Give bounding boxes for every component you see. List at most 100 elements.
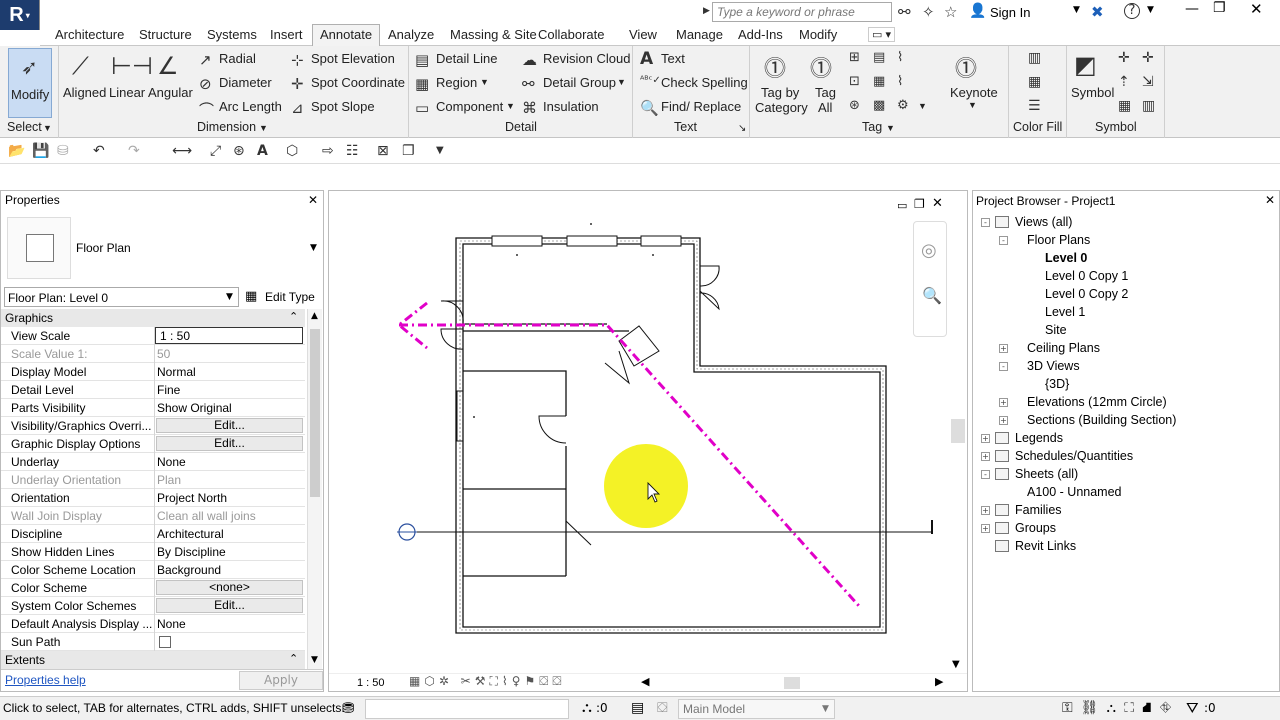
- diameter-button[interactable]: Diameter: [219, 75, 272, 90]
- tread-number-icon[interactable]: ⌇: [897, 50, 903, 65]
- search-collapse-icon[interactable]: ▶: [703, 6, 710, 16]
- aligned-dimension-icon[interactable]: ⤢: [210, 143, 221, 159]
- browser-item[interactable]: 3D Views: [1027, 359, 1080, 373]
- property-row[interactable]: Orientation Project North: [1, 489, 305, 507]
- detail-group-dropdown-icon[interactable]: ▼: [617, 77, 626, 87]
- help-dropdown-icon[interactable]: ▼: [1147, 5, 1154, 15]
- color-fill-legend-icon[interactable]: ▥: [1028, 50, 1041, 66]
- path-reinforcement-icon[interactable]: ▥: [1142, 98, 1155, 114]
- property-value[interactable]: Normal: [157, 365, 196, 379]
- search-input[interactable]: Type a keyword or phrase: [712, 2, 892, 22]
- type-selector-dropdown-icon[interactable]: ▼: [310, 243, 317, 253]
- exclude-options-icon[interactable]: ⛋: [657, 700, 668, 716]
- region-button[interactable]: Region: [436, 75, 477, 90]
- property-row[interactable]: Discipline Architectural: [1, 525, 305, 543]
- sign-in-link[interactable]: Sign In: [990, 5, 1030, 20]
- tab-annotate[interactable]: Annotate: [312, 24, 381, 47]
- property-value[interactable]: Background: [157, 563, 221, 577]
- browser-item[interactable]: Views (all): [1015, 215, 1072, 229]
- expand-toggle-icon[interactable]: +: [999, 416, 1008, 425]
- browser-item[interactable]: Elevations (12mm Circle): [1027, 395, 1167, 409]
- scroll-up-icon[interactable]: ▲: [311, 311, 318, 321]
- browser-item[interactable]: Level 0 Copy 2: [1045, 287, 1128, 301]
- property-row[interactable]: Underlay Orientation Plan: [1, 471, 305, 489]
- collapse-toggle-icon[interactable]: -: [981, 218, 990, 227]
- tab-insert[interactable]: Insert: [270, 27, 303, 42]
- region-dropdown-icon[interactable]: ▼: [480, 77, 489, 87]
- scroll-right-icon[interactable]: ▶: [935, 675, 943, 688]
- fabric-icon[interactable]: ⇲: [1142, 74, 1154, 90]
- browser-item[interactable]: Level 0 Copy 1: [1045, 269, 1128, 283]
- tab-add-ins[interactable]: Add-Ins: [738, 27, 783, 42]
- browser-item[interactable]: Families: [1015, 503, 1062, 517]
- aligned-dimension-button[interactable]: Aligned: [63, 85, 106, 100]
- spot-coordinate-button[interactable]: Spot Coordinate: [311, 75, 405, 90]
- floor-plan-drawing[interactable]: [329, 191, 969, 693]
- area-reinforcement-icon[interactable]: ▦: [1118, 98, 1131, 114]
- undo-icon[interactable]: ↶: [93, 143, 105, 159]
- check-spelling-button[interactable]: Check Spelling: [661, 75, 748, 90]
- scroll-left-icon[interactable]: ◀: [641, 675, 649, 688]
- tag-panel-dropdown-icon[interactable]: ▼: [886, 123, 895, 133]
- property-value[interactable]: Architectural: [157, 527, 224, 541]
- property-value[interactable]: None: [157, 455, 186, 469]
- expand-toggle-icon[interactable]: +: [981, 434, 990, 443]
- property-row[interactable]: Display Model Normal: [1, 363, 305, 381]
- tag-icon[interactable]: ⊛: [233, 143, 245, 159]
- keynote-dropdown-icon[interactable]: ▼: [968, 100, 977, 110]
- browser-item[interactable]: Revit Links: [1015, 539, 1076, 553]
- browser-item[interactable]: Schedules/Quantities: [1015, 449, 1133, 463]
- multi-category-icon[interactable]: ⊛: [849, 98, 860, 113]
- text-icon[interactable]: A: [257, 143, 268, 159]
- tag-panel-label[interactable]: Tag: [862, 120, 882, 134]
- browser-item[interactable]: Sections (Building Section): [1027, 413, 1176, 427]
- property-value[interactable]: Fine: [157, 383, 180, 397]
- user-icon[interactable]: 👤: [969, 3, 986, 19]
- expand-toggle-icon[interactable]: +: [981, 452, 990, 461]
- property-row[interactable]: Underlay None: [1, 453, 305, 471]
- property-edit-button[interactable]: Edit...: [156, 598, 303, 613]
- expand-toggle-icon[interactable]: +: [981, 524, 990, 533]
- spot-slope-button[interactable]: Spot Slope: [311, 99, 375, 114]
- stair-symbol-icon[interactable]: ✛: [1142, 50, 1154, 66]
- editable-only-icon[interactable]: ⛬: [582, 700, 592, 716]
- properties-scrollbar[interactable]: ▲ ▼: [307, 309, 322, 669]
- properties-help-link[interactable]: Properties help: [5, 673, 86, 687]
- arc-length-button[interactable]: Arc Length: [219, 99, 282, 114]
- thin-lines-icon[interactable]: ☷: [346, 143, 359, 159]
- close-hidden-windows-icon[interactable]: ⊠: [377, 143, 389, 159]
- collapse-toggle-icon[interactable]: -: [999, 362, 1008, 371]
- design-option-select[interactable]: Main Model ▼: [678, 699, 835, 719]
- beam-annotation-icon[interactable]: ⊞: [849, 50, 860, 65]
- chevron-down-icon[interactable]: ▼: [1073, 5, 1080, 15]
- tab-systems[interactable]: Systems: [207, 27, 257, 42]
- binoculars-icon[interactable]: ⚯: [898, 3, 911, 21]
- property-row[interactable]: Detail Level Fine: [1, 381, 305, 399]
- tab-modify[interactable]: Modify: [799, 27, 837, 42]
- application-menu-button[interactable]: R ▾: [0, 0, 40, 30]
- property-row[interactable]: Color Scheme Location Background: [1, 561, 305, 579]
- restore-window-icon[interactable]: ❐: [1213, 0, 1226, 16]
- tag-settings-icon[interactable]: ⚙: [897, 98, 909, 113]
- tag-by-category-button[interactable]: Tag by: [761, 85, 799, 100]
- dimension-dropdown-icon[interactable]: ▼: [259, 123, 268, 133]
- tag-all-button[interactable]: Tag: [815, 85, 836, 100]
- text-dialog-launcher-icon[interactable]: ↘: [738, 123, 746, 134]
- collapse-group-icon[interactable]: ⌃: [289, 652, 298, 665]
- component-dropdown-icon[interactable]: ▼: [506, 101, 515, 111]
- collapse-group-icon[interactable]: ⌃: [289, 310, 298, 323]
- help-icon[interactable]: ?: [1124, 3, 1140, 19]
- steering-wheel-icon[interactable]: ◎: [921, 240, 937, 261]
- ribbon-minimize-toggle[interactable]: ▭ ▾: [868, 27, 895, 42]
- component-button[interactable]: Component: [436, 99, 503, 114]
- select-dropdown-icon[interactable]: ▼: [43, 123, 52, 133]
- horizontal-scroll-thumb[interactable]: [784, 677, 800, 689]
- edit-type-button[interactable]: ▦ Edit Type: [243, 286, 319, 308]
- space-tag-icon[interactable]: ▩: [873, 98, 885, 113]
- tab-manage[interactable]: Manage: [676, 27, 723, 42]
- property-value[interactable]: By Discipline: [157, 545, 226, 559]
- browser-item[interactable]: Legends: [1015, 431, 1063, 445]
- keynote-button[interactable]: Keynote: [950, 85, 998, 100]
- property-row[interactable]: Show Hidden Lines By Discipline: [1, 543, 305, 561]
- browser-item[interactable]: Sheets (all): [1015, 467, 1078, 481]
